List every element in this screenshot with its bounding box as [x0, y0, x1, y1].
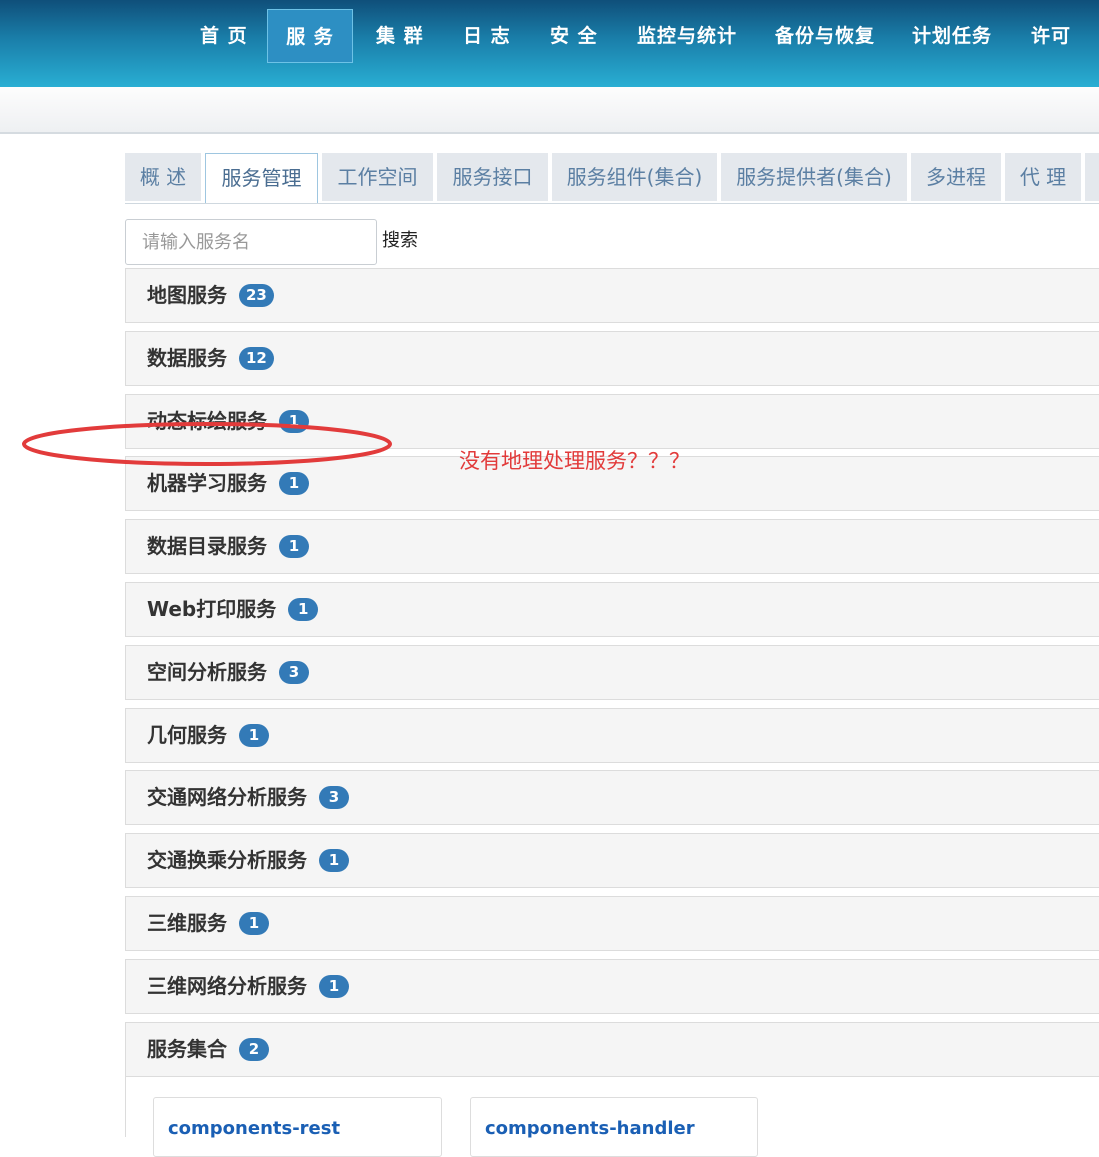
panel-web-print-services[interactable]: Web打印服务 1 [125, 582, 1099, 637]
panel-title: 数据服务 [147, 346, 227, 370]
tab-service-components[interactable]: 服务组件(集合) [552, 153, 717, 201]
tab-divider [125, 203, 1099, 204]
tab-workspace[interactable]: 工作空间 [322, 153, 433, 201]
tab-service-management[interactable]: 服务管理 [205, 153, 318, 204]
panel-service-collections[interactable]: 服务集合 2 [125, 1022, 1099, 1077]
panel-map-services[interactable]: 地图服务 23 [125, 268, 1099, 323]
panel-transport-network-services[interactable]: 交通网络分析服务 3 [125, 770, 1099, 825]
nav-backup[interactable]: 备份与恢复 [775, 9, 875, 63]
count-badge: 1 [319, 975, 349, 998]
nav-services[interactable]: 服 务 [267, 9, 353, 63]
nav-home[interactable]: 首 页 [200, 9, 248, 63]
nav-license[interactable]: 许可 [1031, 9, 1071, 63]
panel-3d-services[interactable]: 三维服务 1 [125, 896, 1099, 951]
count-badge: 3 [319, 786, 349, 809]
panel-spatial-analysis-services[interactable]: 空间分析服务 3 [125, 645, 1099, 700]
collection-card: components-rest [153, 1097, 442, 1157]
sub-header-bar [0, 87, 1099, 134]
count-badge: 2 [239, 1038, 269, 1061]
panel-data-catalog-services[interactable]: 数据目录服务 1 [125, 519, 1099, 574]
count-badge: 1 [288, 598, 319, 621]
top-nav-bar: 首 页 服 务 集 群 日 志 安 全 监控与统计 备份与恢复 计划任务 许可 [0, 0, 1099, 87]
nav-security[interactable]: 安 全 [550, 9, 598, 63]
panel-title: Web打印服务 [147, 597, 277, 621]
count-badge: 1 [279, 535, 309, 558]
nav-monitoring[interactable]: 监控与统计 [637, 9, 737, 63]
panel-title: 服务集合 [147, 1037, 227, 1061]
annotation-text: 没有地理处理服务？？？ [459, 449, 690, 473]
panel-title: 数据目录服务 [147, 534, 267, 558]
panel-title: 三维服务 [147, 911, 227, 935]
count-badge: 1 [319, 849, 349, 872]
count-badge: 23 [239, 284, 274, 307]
panel-3d-network-services[interactable]: 三维网络分析服务 1 [125, 959, 1099, 1014]
panel-title: 三维网络分析服务 [147, 974, 307, 998]
panel-title: 几何服务 [147, 723, 227, 747]
count-badge: 1 [239, 724, 269, 747]
collection-link-components-rest[interactable]: components-rest [168, 1118, 340, 1139]
panel-data-services[interactable]: 数据服务 12 [125, 331, 1099, 386]
tab-multiprocess[interactable]: 多进程 [911, 153, 1001, 201]
tab-service-interface[interactable]: 服务接口 [437, 153, 548, 201]
panel-title: 交通换乘分析服务 [147, 848, 307, 872]
panel-transfer-analysis-services[interactable]: 交通换乘分析服务 1 [125, 833, 1099, 888]
collection-link-components-handler[interactable]: components-handler [485, 1118, 695, 1139]
tab-service-providers[interactable]: 服务提供者(集合) [721, 153, 907, 201]
service-search-input[interactable] [125, 219, 377, 265]
count-badge: 1 [279, 472, 309, 495]
nav-logs[interactable]: 日 志 [463, 9, 511, 63]
search-button[interactable]: 搜索 [382, 226, 418, 252]
nav-scheduled-tasks[interactable]: 计划任务 [912, 9, 992, 63]
panel-geometry-services[interactable]: 几何服务 1 [125, 708, 1099, 763]
annotation-ellipse [22, 422, 392, 466]
tab-more[interactable] [1085, 153, 1099, 201]
panel-title: 交通网络分析服务 [147, 785, 307, 809]
count-badge: 1 [239, 912, 269, 935]
tab-proxy[interactable]: 代 理 [1005, 153, 1081, 201]
nav-cluster[interactable]: 集 群 [376, 9, 424, 63]
count-badge: 3 [279, 661, 309, 684]
tab-overview[interactable]: 概 述 [125, 153, 201, 201]
panel-title: 地图服务 [147, 283, 227, 307]
count-badge: 12 [239, 347, 274, 370]
collection-card: components-handler [470, 1097, 758, 1157]
panel-title: 空间分析服务 [147, 660, 267, 684]
